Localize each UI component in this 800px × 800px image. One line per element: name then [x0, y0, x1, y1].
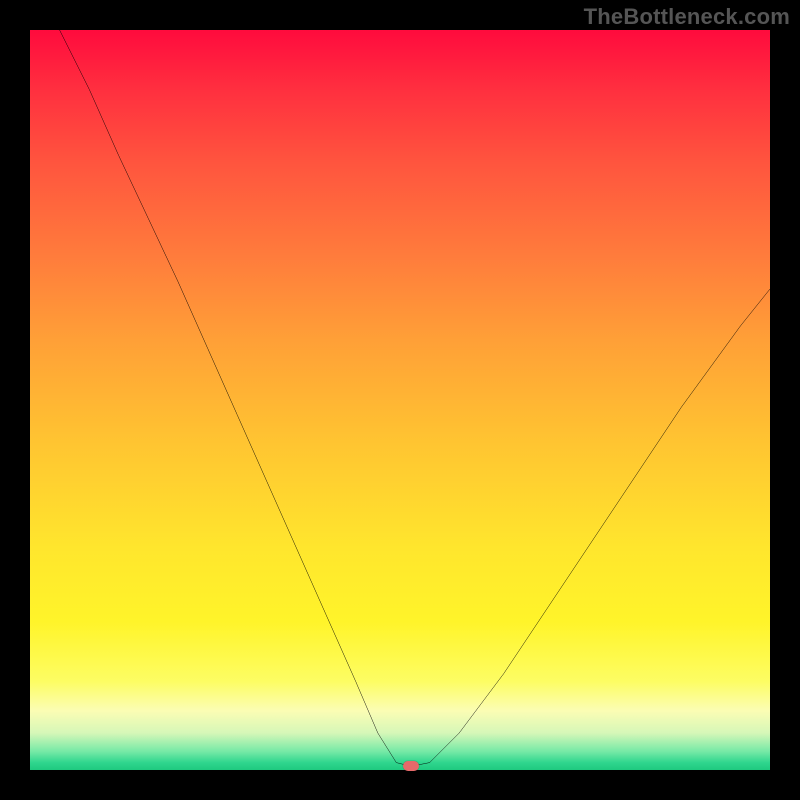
- plot-area: [30, 30, 770, 770]
- curve-path: [60, 30, 770, 766]
- attribution-text: TheBottleneck.com: [584, 4, 790, 30]
- chart-frame: TheBottleneck.com: [0, 0, 800, 800]
- optimal-point-marker: [403, 761, 419, 771]
- bottleneck-curve: [30, 30, 770, 770]
